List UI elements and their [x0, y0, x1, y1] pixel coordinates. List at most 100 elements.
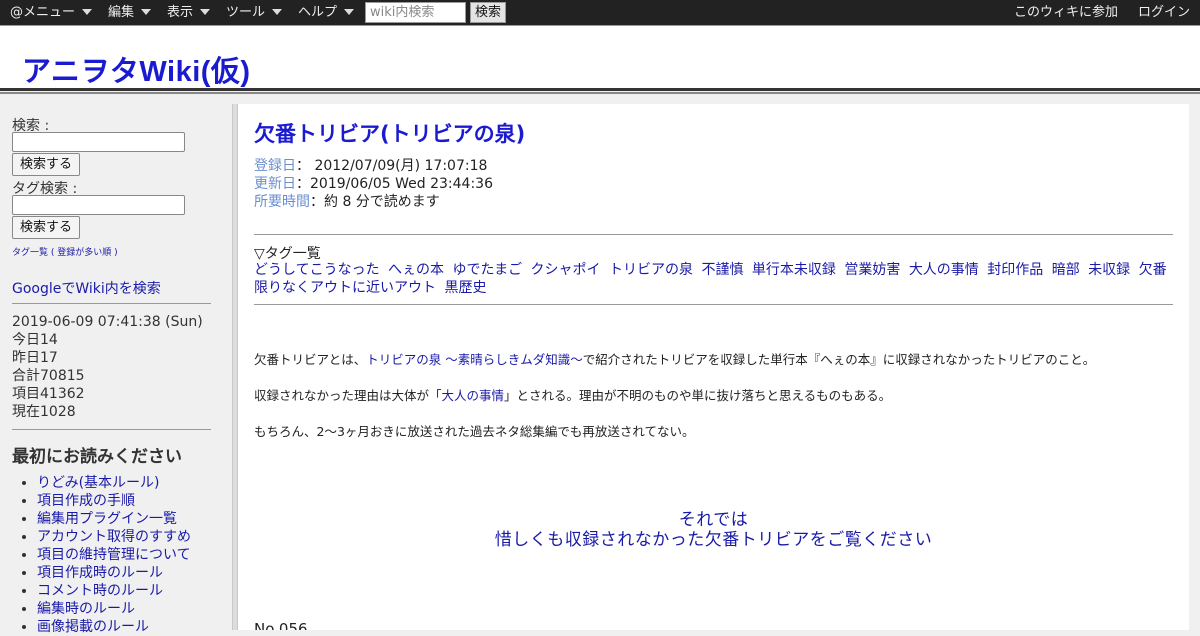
- read-first-link[interactable]: 項目の維持管理について: [37, 547, 191, 563]
- read-first-link[interactable]: 項目作成時のルール: [37, 565, 163, 581]
- registered-label: 登録日: [254, 158, 296, 174]
- menu-tools-label: ツール: [226, 5, 266, 20]
- center-callout: それでは 惜しくも収録されなかった欠番トリビアをご覧ください: [238, 510, 1189, 550]
- tag-link[interactable]: へぇの本: [388, 262, 444, 278]
- list-item: 編集時のルール: [37, 600, 191, 618]
- para1-text: で紹介されたトリビアを収録した単行本『へぇの本』に収録されなかったトリビアのこと…: [582, 352, 1096, 367]
- tag-list-link[interactable]: タグ一覧: [12, 248, 48, 258]
- menu-view[interactable]: 表示: [167, 0, 211, 25]
- tag-list-links: タグ一覧 ( 登録が多い順 ): [12, 245, 118, 258]
- menu-help[interactable]: ヘルプ: [298, 0, 355, 25]
- list-item: 画像掲載のルール: [37, 618, 191, 636]
- tag-link[interactable]: ゆでたまご: [453, 262, 523, 278]
- trivia-number: No.056: [254, 620, 308, 630]
- read-first-link[interactable]: りどみ(基本ルール): [37, 475, 160, 491]
- list-item: アカウント取得のすすめ: [37, 528, 191, 546]
- updated-value: ：2019/06/05 Wed 23:44:36: [296, 176, 493, 192]
- tag-list-paren-open: (: [50, 248, 55, 258]
- tag-link[interactable]: 未収録: [1088, 262, 1130, 278]
- sidebar-search-input[interactable]: [12, 132, 185, 152]
- menu-tools[interactable]: ツール: [226, 0, 283, 25]
- para1-text: 欠番トリビアとは、: [254, 352, 367, 367]
- readtime-value: ：約 8 分で読めます: [310, 194, 440, 210]
- join-wiki-link[interactable]: このウィキに参加: [1014, 0, 1118, 25]
- chevron-down-icon: [141, 9, 152, 15]
- read-first-link[interactable]: アカウント取得のすすめ: [37, 529, 191, 545]
- login-link[interactable]: ログイン: [1138, 0, 1190, 25]
- body-paragraph: もちろん、2～3ヶ月おきに放送された過去ネタ総集編でも再放送されてない。: [254, 424, 695, 439]
- registered-date: 登録日： 2012/07/09(月) 17:07:18: [254, 155, 487, 175]
- tag-link[interactable]: 封印作品: [987, 262, 1043, 278]
- menu-at-menu[interactable]: @メニュー: [10, 0, 93, 25]
- right-margin: [1189, 104, 1200, 630]
- header-divider: [0, 92, 1200, 94]
- stat-total: 合計70815: [12, 368, 85, 384]
- body-paragraph: 欠番トリビアとは、トリビアの泉 ～素晴らしきムダ知識～で紹介されたトリビアを収録…: [254, 349, 1095, 368]
- sidebar-divider: [12, 303, 211, 304]
- site-header: アニヲタWiki(仮): [0, 25, 1200, 94]
- google-search-link[interactable]: GoogleでWiki内を検索: [12, 278, 161, 298]
- menu-at-menu-label: @メニュー: [10, 5, 76, 20]
- read-first-heading: 最初にお読みください: [12, 447, 182, 467]
- list-item: りどみ(基本ルール): [37, 474, 191, 492]
- chevron-down-icon: [82, 9, 93, 15]
- tag-link[interactable]: 不謹慎: [701, 262, 743, 278]
- wiki-search-input[interactable]: [365, 2, 466, 23]
- read-first-link[interactable]: コメント時のルール: [37, 583, 163, 599]
- tag-link[interactable]: どうしてこうなった: [254, 262, 380, 278]
- tag-link[interactable]: 限りなくアウトに近いアウト: [254, 280, 436, 296]
- tag-search-button[interactable]: 検索する: [12, 216, 81, 239]
- list-item: 項目の維持管理について: [37, 546, 191, 564]
- sidebar: 検索 : 検索する タグ検索 : 検索する タグ一覧 ( 登録が多い順 ) Go…: [0, 104, 232, 635]
- menu-view-label: 表示: [167, 5, 194, 20]
- tag-search-input[interactable]: [12, 195, 185, 215]
- chevron-down-icon: [272, 9, 283, 15]
- tag-link[interactable]: トリビアの泉: [609, 262, 693, 278]
- stat-current: 現在1028: [12, 404, 76, 420]
- tag-link[interactable]: 黒歴史: [444, 280, 486, 296]
- stat-yesterday: 昨日17: [12, 350, 58, 366]
- chevron-down-icon: [344, 9, 355, 15]
- read-first-list: りどみ(基本ルール) 項目作成の手順 編集用プラグイン一覧 アカウント取得のすす…: [0, 474, 191, 636]
- stat-items: 項目41362: [12, 386, 85, 402]
- sidebar-divider: [12, 429, 211, 430]
- tag-list: どうしてこうなった へぇの本 ゆでたまご クシャポイ トリビアの泉 不謹慎 単行…: [254, 261, 1174, 297]
- read-first-link[interactable]: 項目作成の手順: [37, 493, 135, 509]
- tags-divider-top: [254, 234, 1173, 235]
- list-item: コメント時のルール: [37, 582, 191, 600]
- list-item: 項目作成時のルール: [37, 564, 191, 582]
- para2-text: 収録されなかった理由は大体が「: [254, 388, 442, 403]
- tag-list-paren-close: ): [114, 248, 118, 258]
- menu-help-label: ヘルプ: [298, 5, 338, 20]
- tags-heading[interactable]: ▽タグ一覧: [254, 243, 321, 263]
- readtime-label: 所要時間: [254, 194, 310, 210]
- registered-value: ： 2012/07/09(月) 17:07:18: [296, 158, 488, 174]
- tag-link[interactable]: クシャポイ: [531, 262, 601, 278]
- tag-link[interactable]: 営業妨害: [844, 262, 900, 278]
- read-first-link[interactable]: 編集時のルール: [37, 601, 135, 617]
- tag-link[interactable]: 大人の事情: [909, 262, 979, 278]
- trivia-no-izumi-link[interactable]: トリビアの泉 ～素晴らしきムダ知識～: [366, 352, 582, 367]
- adult-circumstances-link[interactable]: 大人の事情: [442, 388, 505, 403]
- read-first-link[interactable]: 編集用プラグイン一覧: [37, 511, 177, 527]
- tag-link[interactable]: 欠番: [1139, 262, 1167, 278]
- callout-line: それでは: [678, 510, 749, 530]
- page-title[interactable]: 欠番トリビア(トリビアの泉): [254, 118, 525, 148]
- updated-label: 更新日: [254, 176, 296, 192]
- menu-edit[interactable]: 編集: [108, 0, 152, 25]
- list-item: 編集用プラグイン一覧: [37, 510, 191, 528]
- tag-link[interactable]: 暗部: [1052, 262, 1080, 278]
- tags-divider-bottom: [254, 304, 1173, 305]
- tag-popular-link[interactable]: 登録が多い順: [57, 248, 111, 258]
- callout-line: 惜しくも収録されなかった欠番トリビアをご覧ください: [494, 530, 933, 550]
- stat-datetime: 2019-06-09 07:41:38 (Sun): [12, 314, 203, 330]
- wiki-search-button[interactable]: 検索: [470, 2, 507, 23]
- site-title-link[interactable]: アニヲタWiki(仮): [22, 48, 251, 90]
- tag-link[interactable]: 単行本未収録: [752, 262, 836, 278]
- sidebar-search-button[interactable]: 検索する: [12, 153, 81, 176]
- menu-edit-label: 編集: [108, 5, 135, 20]
- para2-text: 」とされる。理由が不明のものや単に抜け落ちと思えるものもある。: [504, 388, 892, 403]
- main-content: 欠番トリビア(トリビアの泉) 登録日： 2012/07/09(月) 17:07:…: [238, 104, 1189, 630]
- read-first-link[interactable]: 画像掲載のルール: [37, 619, 149, 635]
- list-item: 項目作成の手順: [37, 492, 191, 510]
